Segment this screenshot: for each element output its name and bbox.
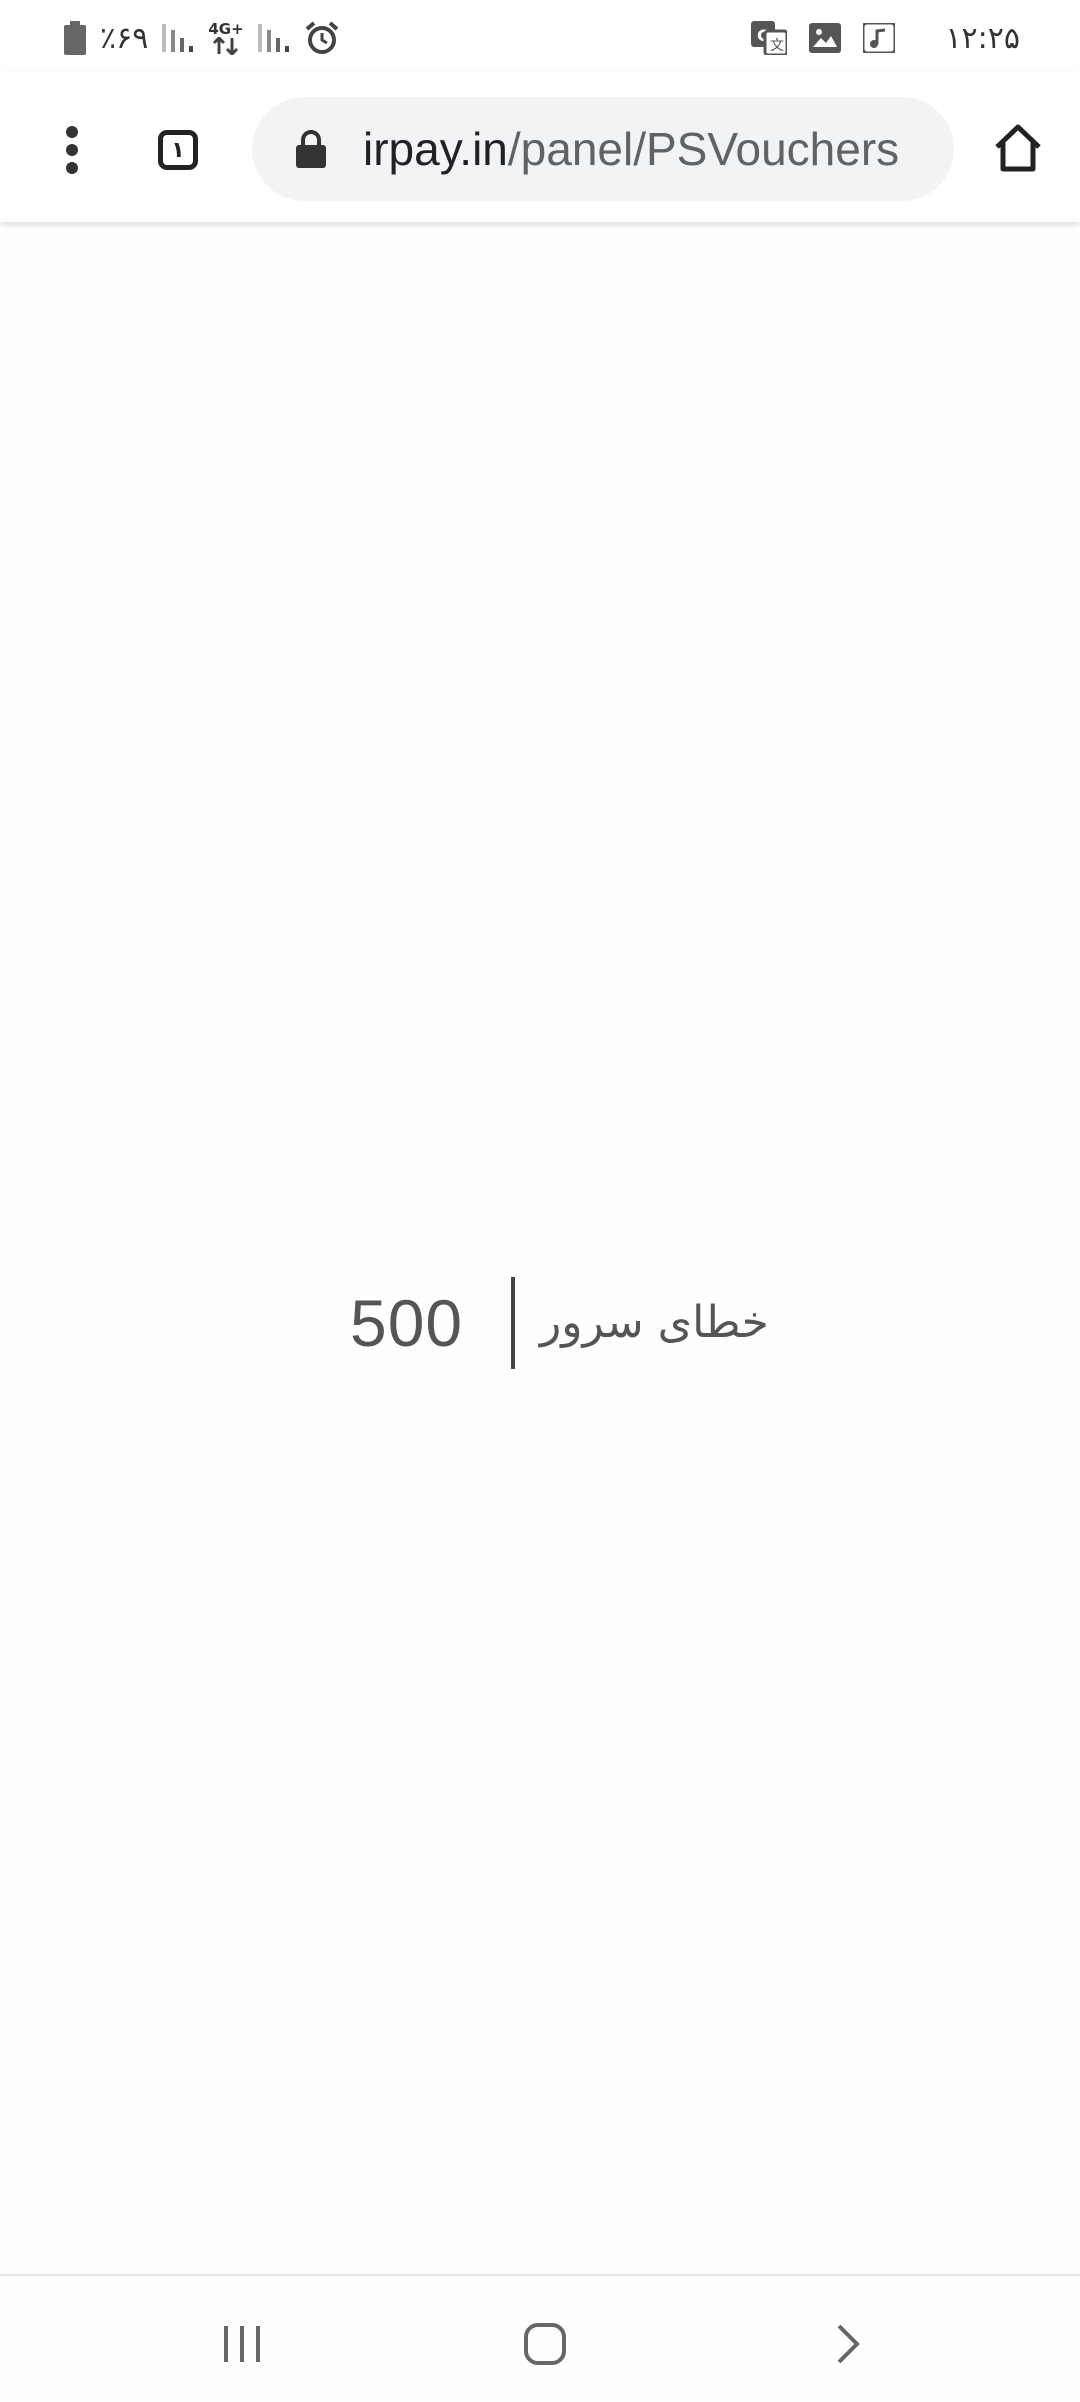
- home-icon: [995, 124, 1041, 172]
- error-text: خطای سرور: [540, 1297, 769, 1348]
- recents-icon: [224, 2326, 260, 2362]
- status-bar-left: ٪۶۹ 4G+: [64, 18, 340, 58]
- alarm-icon: [304, 21, 340, 55]
- home-button[interactable]: [988, 118, 1048, 178]
- menu-icon: [66, 126, 78, 174]
- tabs-button[interactable]: ۱: [148, 120, 208, 180]
- status-bar: ٪۶۹ 4G+ G文 ۱۲:۲۵: [0, 0, 1080, 72]
- home-nav-button[interactable]: [505, 2304, 585, 2384]
- tab-count: ۱: [171, 137, 185, 163]
- url-bar[interactable]: irpay.in/panel/PSVouchers: [252, 97, 954, 201]
- status-bar-right: G文 ۱۲:۲۵: [751, 18, 1020, 58]
- system-nav-bar: [0, 2274, 1080, 2402]
- tabs-icon: ۱: [158, 130, 198, 170]
- error-divider: [511, 1277, 515, 1369]
- url-path: /panel/PSVouchers: [507, 123, 900, 175]
- url-host: irpay.in: [363, 123, 508, 175]
- browser-toolbar: ۱ irpay.in/panel/PSVouchers: [0, 72, 1080, 222]
- battery-percent: ٪۶۹: [100, 20, 149, 56]
- recents-button[interactable]: [202, 2304, 282, 2384]
- error-message-block: 500 خطای سرور: [0, 1275, 1080, 1371]
- svg-text:文: 文: [770, 38, 784, 54]
- signal-icon: [162, 22, 194, 54]
- signal-icon: [257, 22, 290, 54]
- lock-icon[interactable]: [296, 130, 326, 173]
- error-code: 500: [350, 1286, 464, 1360]
- music-icon: [863, 23, 896, 53]
- home-icon: [524, 2323, 566, 2365]
- back-icon: [837, 2324, 860, 2364]
- network-type: 4G+: [208, 20, 244, 38]
- gallery-icon: [809, 23, 842, 53]
- back-button[interactable]: [808, 2304, 888, 2384]
- clock: ۱۲:۲۵: [945, 20, 1020, 56]
- menu-button[interactable]: [44, 122, 100, 178]
- translate-icon: G文: [751, 21, 788, 55]
- data-arrows-icon: 4G+: [208, 20, 244, 55]
- battery-icon: [64, 21, 86, 55]
- url-text[interactable]: irpay.in/panel/PSVouchers: [363, 97, 899, 201]
